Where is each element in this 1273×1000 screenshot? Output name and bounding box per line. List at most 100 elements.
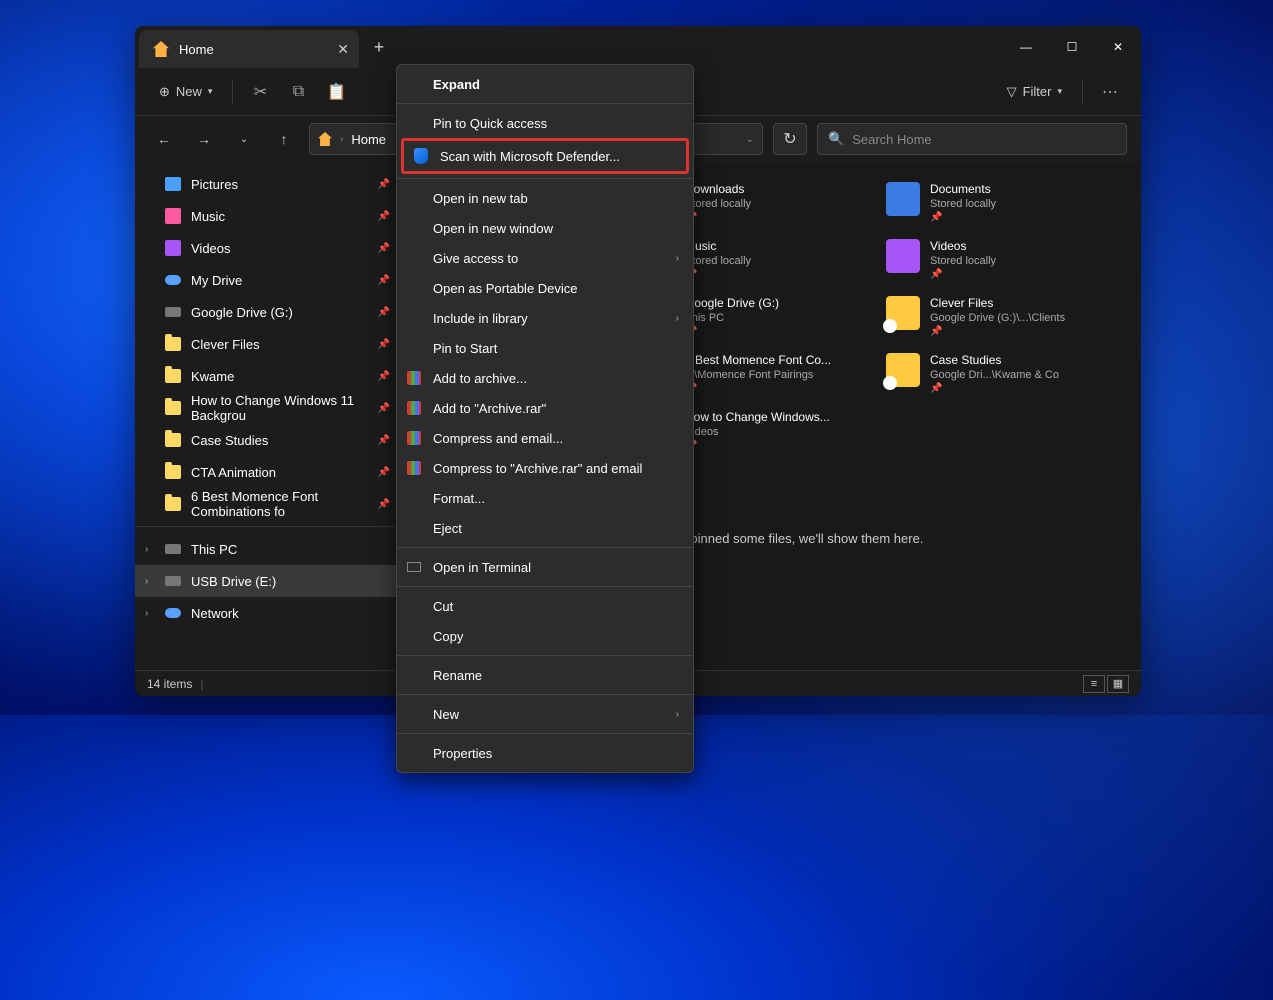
pin-icon: 📌 (378, 371, 390, 382)
context-menu: Expand Pin to Quick accessScan with Micro… (396, 64, 694, 773)
ctx-cut[interactable]: Cut (397, 591, 693, 621)
chevron-down-icon[interactable]: ⌄ (746, 134, 754, 145)
pin-icon: 📌 (378, 403, 390, 414)
chevron-right-icon: › (676, 253, 679, 264)
pin-icon: 📌 (378, 243, 390, 254)
ctx-open-in-new-window[interactable]: Open in new window (397, 213, 693, 243)
pin-icon: 📌 (378, 179, 390, 190)
ctx-compress-and-email-[interactable]: Compress and email... (397, 423, 693, 453)
sidebar-item-case-studies[interactable]: Case Studies📌 (135, 424, 400, 456)
item-count: 14 items (147, 677, 192, 691)
pin-icon: 📌 (378, 307, 390, 318)
ctx-add-to-archive-[interactable]: Add to archive... (397, 363, 693, 393)
sidebar-nav-usb-drive-e-[interactable]: ›USB Drive (E:) (135, 565, 400, 597)
new-tab-button[interactable]: + (359, 26, 399, 68)
ctx-copy[interactable]: Copy (397, 621, 693, 651)
folder-icon (886, 296, 920, 330)
tile-videos[interactable]: Videos Stored locally 📌 (886, 239, 1101, 280)
sidebar-item-kwame[interactable]: Kwame📌 (135, 360, 400, 392)
tile-documents[interactable]: Documents Stored locally 📌 (886, 182, 1101, 223)
sidebar-item-how-to-change-window[interactable]: How to Change Windows 11 Backgrou📌 (135, 392, 400, 424)
folder-icon (886, 239, 920, 273)
pin-icon: 📌 (378, 467, 390, 478)
archive-icon (407, 461, 421, 475)
ctx-eject[interactable]: Eject (397, 513, 693, 543)
sidebar-item-videos[interactable]: Videos📌 (135, 232, 400, 264)
cut-icon[interactable]: ✂ (243, 75, 277, 109)
forward-button[interactable]: → (189, 124, 219, 154)
ctx-open-in-terminal[interactable]: Open in Terminal (397, 552, 693, 582)
sidebar-nav-this-pc[interactable]: ›This PC (135, 533, 400, 565)
archive-icon (407, 401, 421, 415)
ctx-add-to-archive-rar-[interactable]: Add to "Archive.rar" (397, 393, 693, 423)
close-button[interactable]: ✕ (1095, 26, 1141, 68)
chevron-down-icon: ▾ (208, 86, 213, 97)
pin-icon: 📌 (378, 499, 390, 510)
pin-icon: 📌 (930, 326, 1065, 337)
ctx-format-[interactable]: Format... (397, 483, 693, 513)
details-view-icon[interactable]: ≡ (1083, 675, 1105, 693)
ctx-open-as-portable-device[interactable]: Open as Portable Device (397, 273, 693, 303)
sidebar-item-music[interactable]: Music📌 (135, 200, 400, 232)
back-button[interactable]: ← (149, 124, 179, 154)
sidebar-item-my-drive[interactable]: My Drive📌 (135, 264, 400, 296)
chevron-down-icon: ▾ (1057, 86, 1062, 97)
chevron-right-icon: › (676, 313, 679, 324)
tiles-view-icon[interactable]: ▦ (1107, 675, 1129, 693)
new-button[interactable]: ⊕ New ▾ (149, 78, 222, 106)
term-icon (407, 562, 421, 572)
plus-circle-icon: ⊕ (159, 84, 170, 100)
paste-icon[interactable]: 📋 (319, 75, 353, 109)
refresh-button[interactable]: ↻ (773, 123, 807, 155)
sidebar-item-cta-animation[interactable]: CTA Animation📌 (135, 456, 400, 488)
ctx-expand[interactable]: Expand (397, 69, 693, 99)
maximize-button[interactable]: ☐ (1049, 26, 1095, 68)
close-tab-icon[interactable]: ✕ (337, 41, 349, 58)
tab-title: Home (179, 42, 214, 57)
search-input[interactable]: 🔍 Search Home (817, 123, 1127, 155)
shield-icon (414, 148, 428, 164)
window-controls: — ☐ ✕ (1003, 26, 1141, 68)
pin-icon: 📌 (685, 383, 831, 394)
ctx-rename[interactable]: Rename (397, 660, 693, 690)
filter-label: Filter (1023, 84, 1052, 99)
copy-icon[interactable]: ⧉ (281, 75, 315, 109)
tab-home[interactable]: Home ✕ (139, 30, 359, 68)
tile-case-studies[interactable]: Case Studies Google Dri...\Kwame & Co 📌 (886, 353, 1101, 394)
folder-icon (886, 182, 920, 216)
ctx-include-in-library[interactable]: Include in library› (397, 303, 693, 333)
minimize-button[interactable]: — (1003, 26, 1049, 68)
sidebar-nav-network[interactable]: ›Network (135, 597, 400, 629)
pin-icon: 📌 (378, 211, 390, 222)
ctx-compress-to-archive-rar-and-em[interactable]: Compress to "Archive.rar" and email (397, 453, 693, 483)
chevron-right-icon[interactable]: › (145, 608, 148, 619)
search-placeholder: Search Home (852, 132, 931, 147)
sidebar-item-pictures[interactable]: Pictures📌 (135, 168, 400, 200)
sidebar-item-6-best-momence-font-[interactable]: 6 Best Momence Font Combinations fo📌 (135, 488, 400, 520)
pin-icon: 📌 (378, 435, 390, 446)
sidebar-item-clever-files[interactable]: Clever Files📌 (135, 328, 400, 360)
ctx-open-in-new-tab[interactable]: Open in new tab (397, 183, 693, 213)
pin-icon: 📌 (930, 269, 996, 280)
up-button[interactable]: ↑ (269, 124, 299, 154)
breadcrumb: Home (351, 132, 386, 147)
ctx-properties[interactable]: Properties (397, 738, 693, 768)
ctx-pin-to-quick-access[interactable]: Pin to Quick access (397, 108, 693, 138)
ctx-pin-to-start[interactable]: Pin to Start (397, 333, 693, 363)
ctx-scan-with-microsoft-defender-[interactable]: Scan with Microsoft Defender... (404, 141, 686, 171)
pin-icon: 📌 (685, 269, 751, 280)
chevron-right-icon: › (676, 709, 679, 720)
new-button-label: New (176, 84, 202, 99)
ctx-new[interactable]: New› (397, 699, 693, 729)
recent-button[interactable]: ⌄ (229, 124, 259, 154)
ctx-give-access-to[interactable]: Give access to› (397, 243, 693, 273)
chevron-right-icon[interactable]: › (145, 544, 148, 555)
tile-clever-files[interactable]: Clever Files Google Drive (G:)\...\Clien… (886, 296, 1101, 337)
more-icon[interactable]: ⋯ (1093, 75, 1127, 109)
archive-icon (407, 431, 421, 445)
chevron-right-icon[interactable]: › (145, 576, 148, 587)
sidebar-item-google-drive-g-[interactable]: Google Drive (G:)📌 (135, 296, 400, 328)
home-icon (153, 41, 169, 57)
filter-button[interactable]: ▽ Filter ▾ (997, 78, 1072, 106)
pin-icon: 📌 (930, 212, 996, 223)
